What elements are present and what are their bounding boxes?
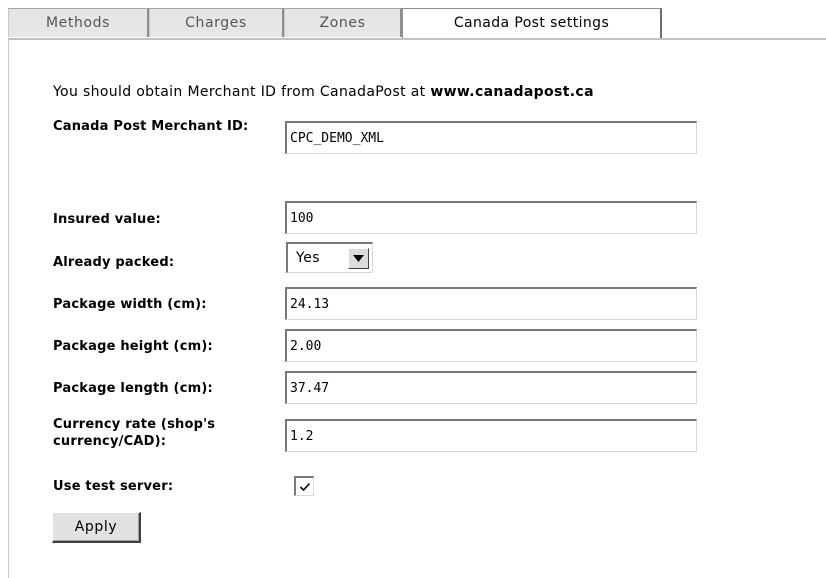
tab-canada-post-settings[interactable]: Canada Post settings bbox=[402, 8, 662, 40]
already-packed-label: Already packed: bbox=[53, 255, 175, 270]
canadapost-link: www.canadapost.ca bbox=[430, 84, 594, 100]
package-width-label: Package width (cm): bbox=[53, 297, 207, 312]
tab-bar: Methods Charges Zones Canada Post settin… bbox=[8, 8, 662, 40]
intro-message: You should obtain Merchant ID from Canad… bbox=[53, 84, 431, 100]
package-length-label: Package length (cm): bbox=[53, 381, 213, 396]
tab-zones[interactable]: Zones bbox=[284, 8, 402, 37]
already-packed-select[interactable]: Yes bbox=[286, 242, 373, 273]
panel-border bbox=[8, 38, 9, 578]
currency-rate-input[interactable] bbox=[285, 419, 697, 452]
use-test-server-label: Use test server: bbox=[53, 479, 174, 494]
insured-value-input[interactable] bbox=[285, 201, 697, 234]
package-height-input[interactable] bbox=[285, 329, 697, 362]
intro-text: You should obtain Merchant ID from Canad… bbox=[53, 84, 594, 100]
tab-underline bbox=[8, 38, 826, 40]
tab-charges[interactable]: Charges bbox=[149, 8, 284, 37]
tab-methods[interactable]: Methods bbox=[8, 8, 149, 37]
merchant-id-label: Canada Post Merchant ID: bbox=[53, 119, 249, 134]
use-test-server-checkbox[interactable] bbox=[294, 476, 314, 496]
checkmark-icon bbox=[299, 482, 310, 491]
already-packed-value: Yes bbox=[296, 250, 321, 266]
package-width-input[interactable] bbox=[285, 287, 697, 320]
merchant-id-input[interactable] bbox=[285, 121, 697, 154]
currency-rate-label: Currency rate (shop's currency/CAD): bbox=[53, 417, 216, 449]
insured-value-label: Insured value: bbox=[53, 212, 161, 227]
apply-button[interactable]: Apply bbox=[52, 512, 141, 543]
chevron-down-icon[interactable] bbox=[348, 247, 369, 269]
package-length-input[interactable] bbox=[285, 371, 697, 404]
package-height-label: Package height (cm): bbox=[53, 339, 213, 354]
